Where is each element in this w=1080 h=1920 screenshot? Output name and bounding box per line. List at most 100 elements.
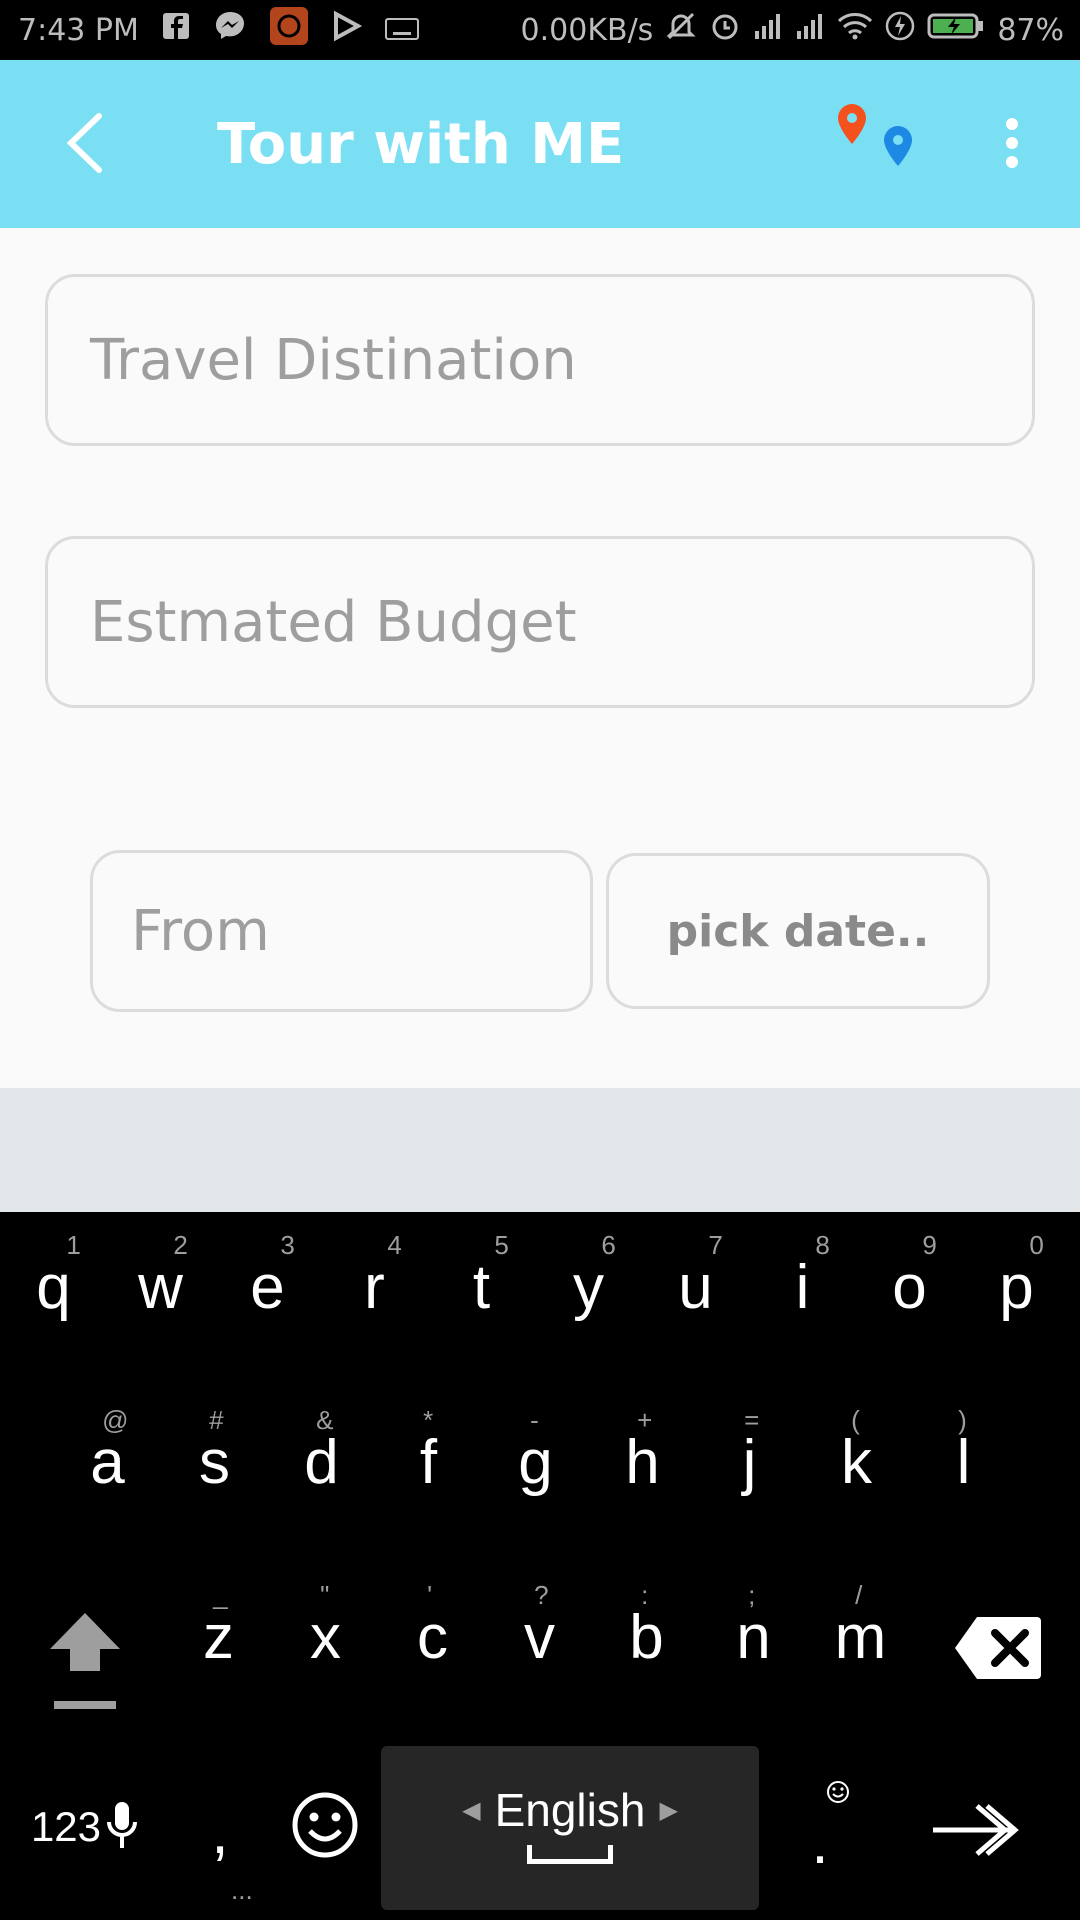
key-hint: 9 (922, 1230, 937, 1260)
key-label: e (250, 1252, 285, 1322)
key-x[interactable]: " x (272, 1562, 379, 1712)
key-e[interactable]: 3e (214, 1212, 321, 1362)
signal-icon (753, 11, 783, 49)
enter-key[interactable] (910, 1777, 1040, 1887)
key-p[interactable]: 0p (963, 1212, 1070, 1362)
mi-app-icon (269, 6, 309, 54)
key-label: t (472, 1252, 491, 1322)
key-z[interactable]: _ z (165, 1562, 272, 1712)
key-label: p (999, 1252, 1034, 1322)
key-hint: 5 (494, 1230, 509, 1260)
signal-icon-2 (795, 11, 825, 49)
key-label: c (417, 1602, 448, 1672)
key-label: j (742, 1427, 757, 1497)
key-u[interactable]: 7u (642, 1212, 749, 1362)
key-hint: 2 (173, 1230, 188, 1260)
backspace-key[interactable] (950, 1610, 1046, 1690)
shift-key[interactable] (30, 1604, 140, 1724)
status-time: 7:43 PM (18, 12, 139, 48)
key-r[interactable]: 4r (321, 1212, 428, 1362)
key-y[interactable]: 6y (535, 1212, 642, 1362)
content-footer (0, 1088, 1080, 1212)
key-q[interactable]: 1q (0, 1212, 107, 1362)
travel-destination-input[interactable]: Travel Distination (45, 274, 1035, 446)
key-hint: # (209, 1405, 224, 1435)
key-j[interactable]: = j (696, 1387, 803, 1537)
key-l[interactable]: ) l (910, 1387, 1017, 1537)
key-t[interactable]: 5t (428, 1212, 535, 1362)
space-key[interactable]: ◀ English ▶ (381, 1746, 759, 1910)
map-pins-icon (830, 102, 930, 182)
key-d[interactable]: & d (268, 1387, 375, 1537)
key-hint: 4 (387, 1230, 402, 1260)
from-placeholder: From (131, 898, 270, 964)
key-hint: ) (958, 1405, 967, 1435)
keyboard-icon (384, 13, 419, 48)
key-label: u (678, 1252, 713, 1322)
right-arrow-icon: ▶ (659, 1795, 678, 1824)
key-label: z (203, 1602, 234, 1672)
key-hint: 6 (601, 1230, 616, 1260)
play-icon (331, 10, 363, 50)
key-label: v (524, 1602, 555, 1672)
key-label: i (795, 1252, 810, 1322)
key-label: m (834, 1602, 887, 1672)
period-key[interactable]: . (780, 1772, 860, 1892)
messenger-icon (213, 9, 247, 51)
emoji-key[interactable] (282, 1772, 368, 1882)
key-hint: ; (748, 1580, 756, 1610)
symbols-key[interactable]: 123 (20, 1772, 150, 1882)
comma-key[interactable]: , ... (185, 1772, 255, 1906)
travel-destination-placeholder: Travel Distination (90, 327, 577, 393)
key-w[interactable]: 2w (107, 1212, 214, 1362)
key-label: w (138, 1252, 183, 1322)
key-n[interactable]: ; n (700, 1562, 807, 1712)
alarm-icon (709, 10, 741, 50)
key-hint: 1 (66, 1230, 81, 1260)
key-label: r (364, 1252, 385, 1322)
keyboard-language: English (494, 1783, 646, 1836)
key-c[interactable]: ' c (379, 1562, 486, 1712)
app-bar: Tour with ME (0, 60, 1080, 228)
key-i[interactable]: 8i (749, 1212, 856, 1362)
key-f[interactable]: * f (375, 1387, 482, 1537)
key-s[interactable]: # s (161, 1387, 268, 1537)
shift-icon (46, 1607, 124, 1721)
key-hint: @ (102, 1405, 129, 1435)
pick-date-label: pick date.. (666, 905, 930, 957)
form-area: Travel Distination Estmated Budget From … (0, 228, 1080, 1088)
key-b[interactable]: :b (593, 1562, 700, 1712)
key-hint: ' (427, 1580, 433, 1610)
pick-date-button[interactable]: pick date.. (606, 853, 990, 1009)
key-label: y (573, 1252, 604, 1322)
microphone-icon (105, 1800, 139, 1854)
key-label: s (199, 1427, 230, 1497)
key-a[interactable]: @ a (54, 1387, 161, 1537)
key-hint: - (530, 1405, 539, 1435)
key-label: g (518, 1427, 553, 1497)
key-hint: + (637, 1405, 653, 1435)
key-label: q (36, 1252, 71, 1322)
key-m[interactable]: / m (807, 1562, 914, 1712)
key-label: h (625, 1427, 660, 1497)
more-options-button[interactable] (990, 115, 1034, 175)
facebook-icon (161, 11, 191, 49)
period-label: . (811, 1807, 829, 1877)
key-hint: ? (534, 1580, 549, 1610)
key-o[interactable]: 9o (856, 1212, 963, 1362)
key-hint: " (320, 1580, 330, 1610)
key-label: a (90, 1427, 125, 1497)
estimated-budget-input[interactable]: Estmated Budget (45, 536, 1035, 708)
key-hint: * (423, 1405, 434, 1435)
key-k[interactable]: (k (803, 1387, 910, 1537)
key-h[interactable]: + h (589, 1387, 696, 1537)
more-vert-icon (1005, 118, 1019, 172)
status-bar: 7:43 PM 0.00KB/s 87% (0, 0, 1080, 60)
key-v[interactable]: ? v (486, 1562, 593, 1712)
key-label: b (629, 1602, 664, 1672)
back-button[interactable] (50, 110, 120, 180)
key-hint: 8 (815, 1230, 830, 1260)
from-input[interactable]: From (90, 850, 593, 1012)
key-hint: 0 (1029, 1230, 1044, 1260)
key-g[interactable]: -g (482, 1387, 589, 1537)
